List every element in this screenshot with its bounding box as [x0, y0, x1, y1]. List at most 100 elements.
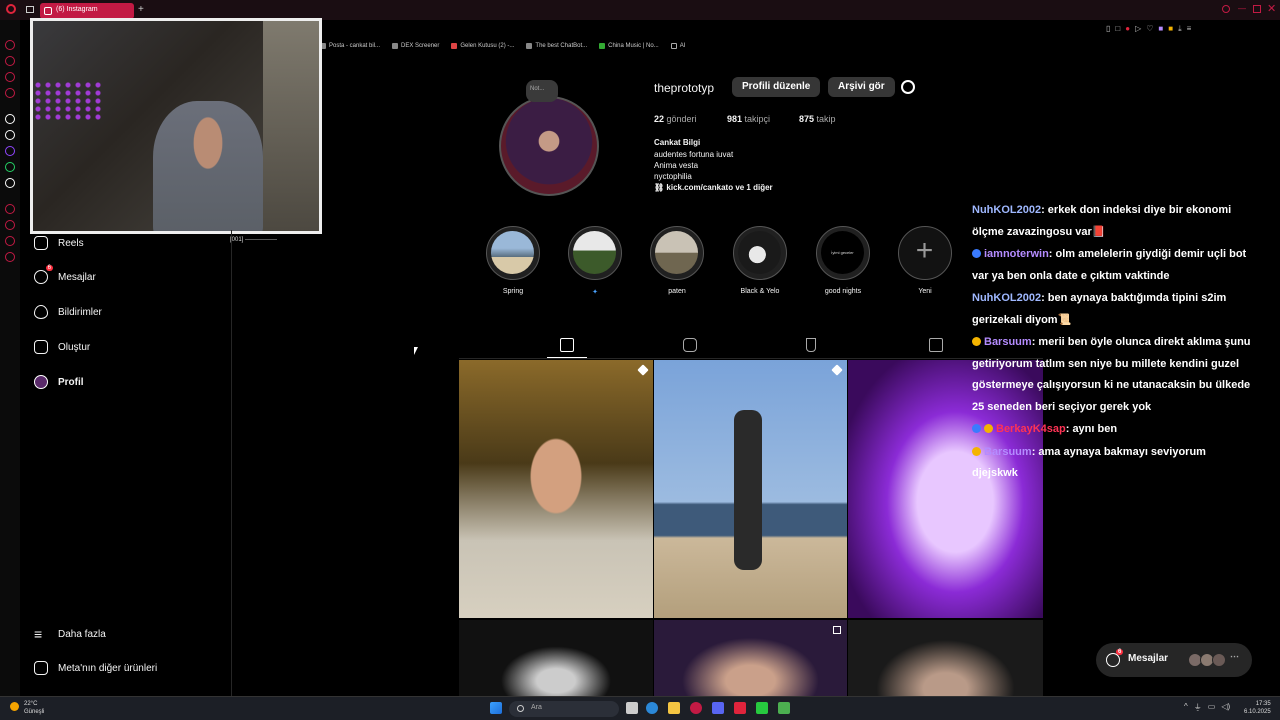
highlight-good-nights[interactable]: İyimi geceler good nights — [816, 226, 870, 295]
sidebar-item-messages[interactable]: 6 Mesajlar — [34, 265, 96, 284]
bookmark-item[interactable]: AI — [670, 38, 685, 54]
app-icon[interactable] — [734, 702, 746, 714]
sidebar-app-icon[interactable] — [5, 114, 15, 124]
sidebar-app-icon[interactable] — [5, 252, 15, 262]
instagram-icon — [44, 7, 52, 15]
task-view-icon[interactable] — [626, 702, 638, 714]
sidebar-app-icon[interactable] — [5, 236, 15, 246]
edit-profile-button[interactable]: Profili düzenle — [732, 77, 821, 97]
sidebar-item-create[interactable]: Oluştur — [34, 340, 90, 354]
mic-icon[interactable]: ⏚ — [1194, 702, 1202, 713]
tab-tagged-icon[interactable] — [929, 338, 943, 352]
highlight-image: İyimi geceler — [821, 231, 864, 274]
highlight-new[interactable]: + Yeni — [898, 226, 952, 295]
app-icon[interactable] — [778, 702, 790, 714]
discord-icon[interactable] — [712, 702, 724, 714]
sidebar-item-more[interactable]: ≡ Daha fazla — [34, 626, 106, 642]
clock-date: 6.10.2025 — [1244, 709, 1271, 715]
sidebar-app-icon[interactable] — [5, 40, 15, 50]
windows-start-icon[interactable] — [490, 702, 502, 714]
opera-logo-icon[interactable] — [6, 4, 16, 14]
avatar — [1212, 653, 1226, 667]
sidebar-item-notifications[interactable]: Bildirimler — [34, 305, 102, 319]
volume-icon[interactable]: ◁) — [1221, 702, 1230, 713]
opera-icon[interactable] — [690, 702, 702, 714]
following-label: takip — [816, 114, 836, 124]
following-count: 875 — [799, 114, 815, 124]
profile-link[interactable]: ⛓ kick.com/cankato ve 1 diğer — [654, 183, 773, 192]
extension-icon[interactable]: ■ — [1158, 24, 1163, 34]
chevron-up-icon[interactable]: ^ — [1184, 702, 1188, 713]
sidebar-app-icon[interactable] — [5, 56, 15, 66]
file-explorer-icon[interactable] — [668, 702, 680, 714]
extension-icon[interactable]: □ — [1115, 24, 1120, 34]
post-thumbnail[interactable] — [654, 360, 847, 618]
bookmark-item[interactable]: DEX Screener — [392, 38, 439, 54]
sidebar-app-icon[interactable] — [5, 130, 15, 140]
post-thumbnail[interactable] — [654, 620, 847, 696]
windows-taskbar: 22°C Güneşli Ara ^ ⏚ ▭ ◁) 17:35 6.10.202… — [0, 696, 1280, 720]
plus-icon: + — [915, 234, 934, 267]
messages-pill[interactable]: 6 Mesajlar ⋯ — [1096, 643, 1252, 677]
reels-icon — [34, 236, 48, 250]
tab-saved-icon[interactable] — [806, 338, 816, 352]
app-icon[interactable] — [756, 702, 768, 714]
edge-icon[interactable] — [646, 702, 658, 714]
highlight-cover — [650, 226, 704, 280]
highlight-sparkle[interactable]: ✦ — [568, 226, 622, 296]
search-icon[interactable] — [1222, 5, 1230, 13]
extension-icon[interactable]: ■ — [1168, 24, 1173, 34]
post-thumbnail[interactable] — [459, 620, 653, 696]
sidebar-item-reels[interactable]: Reels — [34, 236, 84, 250]
highlight-label: Yeni — [918, 288, 932, 295]
post-thumbnail[interactable] — [459, 360, 653, 618]
post-thumbnail[interactable] — [848, 620, 1043, 696]
sidebar-app-icon[interactable] — [5, 220, 15, 230]
taskbar-search[interactable]: Ara — [509, 701, 619, 717]
chat-username: NuhKOL2002 — [972, 292, 1042, 304]
messages-badge: 6 — [45, 265, 53, 271]
extension-icon[interactable]: ▯ — [1106, 24, 1110, 34]
maximize-icon[interactable] — [1253, 5, 1261, 13]
twitch-icon[interactable] — [5, 146, 15, 156]
bookmark-item[interactable]: Posta - cankat bil... — [320, 38, 380, 54]
x-icon[interactable] — [5, 178, 15, 188]
whatsapp-icon[interactable] — [5, 162, 15, 172]
view-archive-button[interactable]: Arşivi gör — [828, 77, 895, 97]
bookmark-item[interactable]: Gelen Kutusu (2) -... — [451, 38, 514, 54]
sidebar-app-icon[interactable] — [5, 88, 15, 98]
highlight-paten[interactable]: paten — [650, 226, 704, 295]
note-bubble[interactable]: Not... — [526, 80, 558, 102]
sidebar-app-icon[interactable] — [5, 204, 15, 214]
weather-widget[interactable]: 22°C Güneşli — [10, 700, 44, 716]
new-tab-icon[interactable]: + — [138, 4, 144, 15]
followers-stat[interactable]: 981 takipçi — [727, 114, 770, 124]
play-icon[interactable]: ▷ — [1135, 24, 1141, 34]
network-icon[interactable]: ▭ — [1208, 702, 1216, 713]
tab-reels-icon[interactable] — [683, 338, 697, 352]
heart-icon[interactable]: ♡ — [1146, 24, 1153, 34]
tab-menu-icon[interactable] — [26, 6, 34, 13]
following-stat[interactable]: 875 takip — [799, 114, 836, 124]
bookmark-label: The best ChatBot... — [535, 43, 588, 49]
profile-avatar[interactable] — [499, 96, 599, 196]
stream-chat-overlay: NuhKOL2002: erkek don indeksi diye bir e… — [972, 200, 1252, 486]
sidebar-app-icon[interactable] — [5, 72, 15, 82]
bookmark-item[interactable]: The best ChatBot... — [526, 38, 587, 54]
chat-username: NuhKOL2002 — [972, 204, 1042, 216]
close-icon[interactable]: ✕ — [1267, 2, 1276, 15]
download-icon[interactable]: ⤓ — [1178, 24, 1182, 34]
menu-icon[interactable]: ≡ — [1187, 24, 1192, 34]
highlight-spring[interactable]: Spring — [486, 226, 540, 295]
pin-icon — [831, 364, 843, 376]
minimize-icon[interactable]: — — [1238, 4, 1246, 13]
settings-gear-icon[interactable] — [901, 80, 915, 94]
extension-icon[interactable]: ● — [1125, 24, 1130, 34]
clock[interactable]: 17:35 6.10.2025 — [1244, 700, 1271, 716]
highlight-black-yelo[interactable]: Black & Yelo — [733, 226, 787, 295]
sidebar-item-meta[interactable]: Meta'nın diğer ürünleri — [34, 661, 157, 675]
sidebar-item-profile[interactable]: Profil — [34, 375, 84, 389]
tab-posts-grid-icon[interactable] — [560, 338, 574, 352]
bookmark-item[interactable]: China Music | No... — [599, 38, 659, 54]
tab-instagram[interactable]: (6) Instagram — [40, 3, 134, 19]
